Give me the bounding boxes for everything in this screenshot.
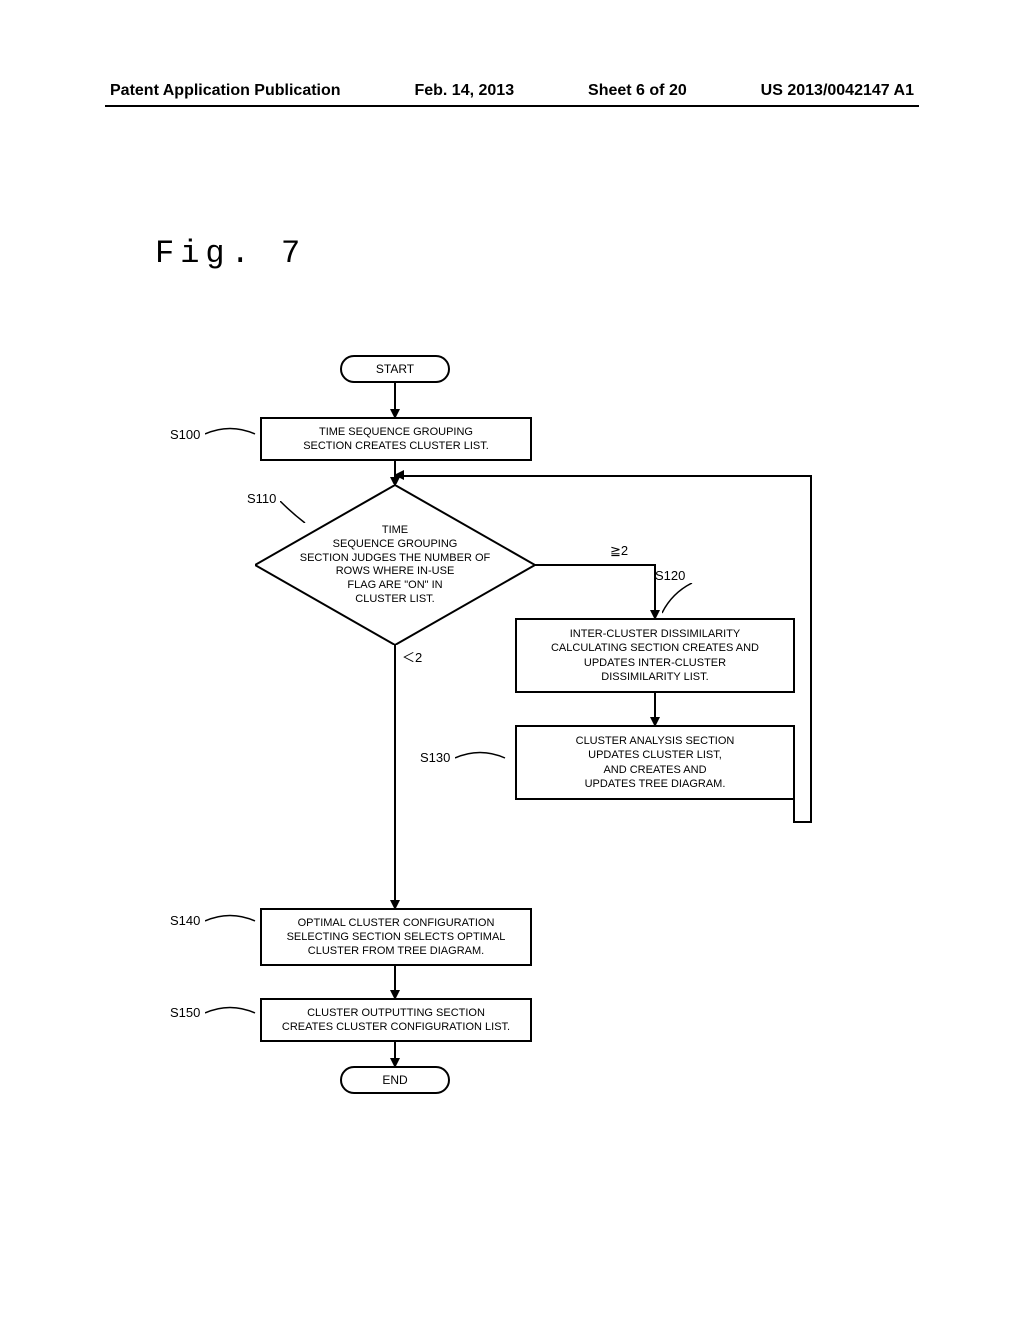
label-s100: S100 (170, 427, 200, 442)
header-pubnumber: US 2013/0042147 A1 (761, 82, 914, 100)
header-sheet: Sheet 6 of 20 (588, 82, 687, 100)
connector-s120 (662, 583, 697, 618)
loop-htop (394, 475, 812, 477)
line-s110-right (535, 564, 655, 566)
process-s140: OPTIMAL CLUSTER CONFIGURATION SELECTING … (260, 908, 532, 966)
connector-s140 (205, 910, 260, 932)
flowchart: START TIME SEQUENCE GROUPING SECTION CRE… (170, 355, 870, 1095)
loop-vbot (793, 800, 795, 823)
loop-hbot (793, 821, 812, 823)
s110-text: TIME SEQUENCE GROUPING SECTION JUDGES TH… (295, 524, 495, 607)
connector-s150 (205, 1002, 260, 1024)
line-s110-down (394, 645, 396, 905)
label-s150: S150 (170, 1005, 200, 1020)
process-s150: CLUSTER OUTPUTTING SECTION CREATES CLUST… (260, 998, 532, 1042)
figure-label: Fig. 7 (155, 235, 306, 272)
label-s140: S140 (170, 913, 200, 928)
header-pubtype: Patent Application Publication (110, 82, 341, 100)
process-s120: INTER-CLUSTER DISSIMILARITY CALCULATING … (515, 618, 795, 693)
header-divider (105, 105, 919, 107)
cond-lt2: ＜2 (402, 647, 422, 666)
process-s130: CLUSTER ANALYSIS SECTION UPDATES CLUSTER… (515, 725, 795, 800)
page-header: Patent Application Publication Feb. 14, … (110, 82, 914, 100)
connector-s100 (205, 423, 260, 445)
end-text: END (382, 1073, 407, 1087)
s130-text: CLUSTER ANALYSIS SECTION UPDATES CLUSTER… (576, 734, 735, 791)
s100-text: TIME SEQUENCE GROUPING SECTION CREATES C… (303, 425, 489, 454)
s150-text: CLUSTER OUTPUTTING SECTION CREATES CLUST… (282, 1006, 510, 1035)
s140-text: OPTIMAL CLUSTER CONFIGURATION SELECTING … (287, 916, 506, 959)
s120-text: INTER-CLUSTER DISSIMILARITY CALCULATING … (551, 627, 759, 684)
cond-ge2: ≧2 (610, 543, 628, 559)
process-s100: TIME SEQUENCE GROUPING SECTION CREATES C… (260, 417, 532, 461)
label-s130: S130 (420, 750, 450, 765)
connector-s130 (455, 747, 510, 769)
header-date: Feb. 14, 2013 (414, 82, 514, 100)
terminal-end: END (340, 1066, 450, 1094)
connector-s110 (280, 501, 320, 523)
terminal-start: START (340, 355, 450, 383)
start-text: START (376, 362, 414, 376)
arrow-loop-left (394, 470, 404, 480)
label-s120: S120 (655, 568, 685, 583)
loop-vline (810, 475, 812, 823)
label-s110: S110 (247, 491, 276, 506)
